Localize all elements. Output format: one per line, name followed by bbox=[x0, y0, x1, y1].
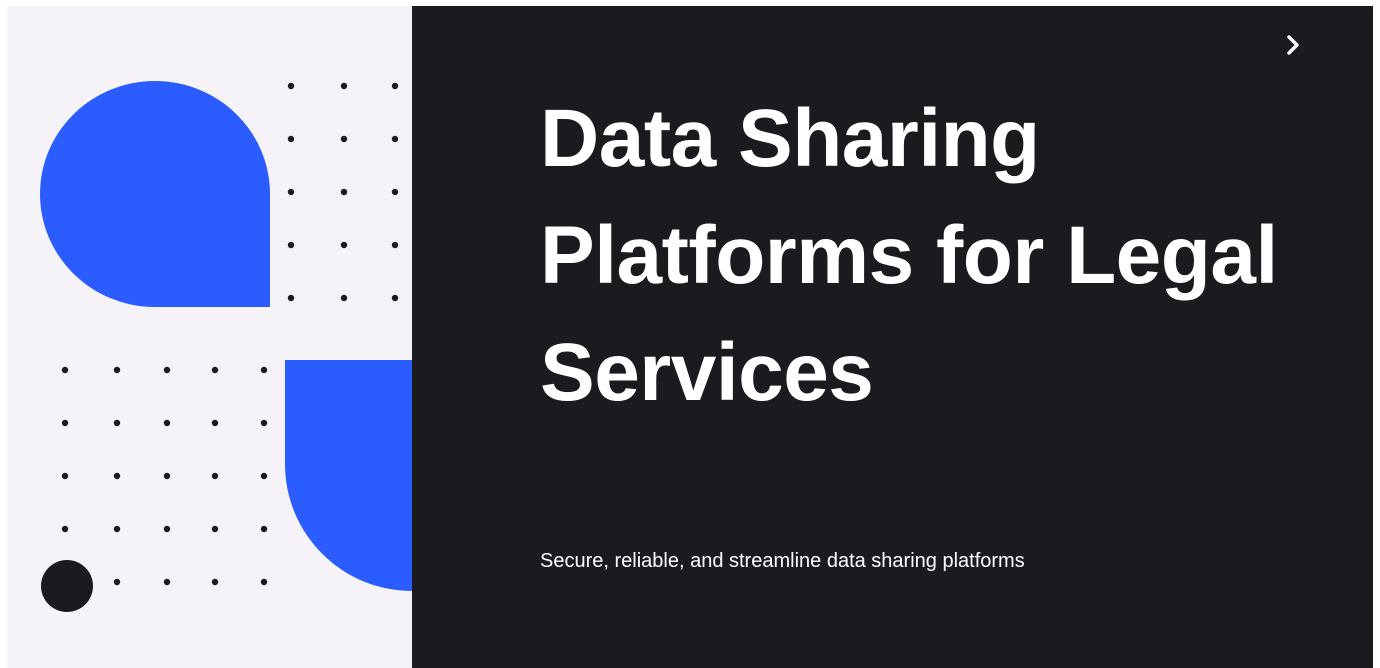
decorative-panel bbox=[7, 6, 412, 668]
dot bbox=[163, 419, 171, 427]
dot bbox=[391, 135, 399, 143]
dot bbox=[113, 525, 121, 533]
chevron-right-icon bbox=[1287, 35, 1299, 55]
dot bbox=[61, 419, 69, 427]
dot bbox=[340, 82, 348, 90]
dot bbox=[211, 366, 219, 374]
dot bbox=[113, 472, 121, 480]
dot bbox=[163, 366, 171, 374]
dot bbox=[113, 578, 121, 586]
dot bbox=[340, 188, 348, 196]
dot bbox=[260, 419, 268, 427]
content-panel: Data Sharing Platforms for Legal Service… bbox=[412, 6, 1373, 668]
dot bbox=[163, 472, 171, 480]
dot bbox=[211, 419, 219, 427]
dot bbox=[163, 578, 171, 586]
dot bbox=[211, 472, 219, 480]
dot bbox=[211, 525, 219, 533]
dot bbox=[391, 188, 399, 196]
blue-quarter-shape bbox=[285, 360, 412, 591]
dot bbox=[340, 135, 348, 143]
slide-subtitle: Secure, reliable, and streamline data sh… bbox=[540, 550, 1025, 572]
dot bbox=[260, 366, 268, 374]
dot bbox=[340, 294, 348, 302]
dot bbox=[287, 241, 295, 249]
dot bbox=[260, 472, 268, 480]
hero-slide: Data Sharing Platforms for Legal Service… bbox=[7, 6, 1373, 668]
blue-teardrop-shape bbox=[40, 81, 270, 307]
dot bbox=[340, 241, 348, 249]
slide-title: Data Sharing Platforms for Legal Service… bbox=[540, 93, 1278, 418]
dot bbox=[287, 188, 295, 196]
decorative-graphic bbox=[40, 81, 412, 612]
dot-grid-lower bbox=[61, 366, 268, 586]
dot bbox=[61, 366, 69, 374]
black-circle bbox=[41, 560, 93, 612]
dot bbox=[391, 241, 399, 249]
dot bbox=[287, 294, 295, 302]
dot bbox=[163, 525, 171, 533]
dot bbox=[61, 525, 69, 533]
dot bbox=[61, 472, 69, 480]
next-slide-button[interactable] bbox=[1274, 26, 1312, 64]
dot bbox=[113, 419, 121, 427]
dot bbox=[113, 366, 121, 374]
dot-grid-upper bbox=[287, 82, 399, 302]
dot bbox=[260, 578, 268, 586]
dot bbox=[391, 82, 399, 90]
dot bbox=[211, 578, 219, 586]
dot bbox=[287, 135, 295, 143]
dot bbox=[260, 525, 268, 533]
dot bbox=[391, 294, 399, 302]
dot bbox=[287, 82, 295, 90]
